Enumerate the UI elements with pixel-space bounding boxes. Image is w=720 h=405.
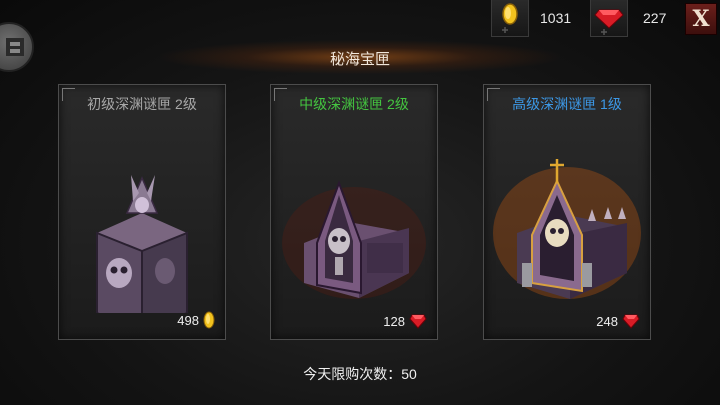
price-tag: 128 bbox=[383, 313, 427, 329]
chest-name: 中级深渊谜匣 2级 bbox=[299, 96, 409, 112]
basic-abyss-chest-image bbox=[96, 175, 188, 313]
price-tag: 498 bbox=[177, 311, 215, 329]
gold-slot bbox=[491, 0, 529, 37]
close-button[interactable]: X bbox=[685, 3, 717, 35]
top-bar: 1031 227 X bbox=[0, 0, 720, 40]
chest-card-basic[interactable]: 初级深渊谜匣 2级 498 bbox=[58, 84, 226, 340]
gold-coin-icon bbox=[502, 3, 518, 33]
chest-price: 128 bbox=[383, 313, 405, 329]
ruby-amount: 227 bbox=[643, 10, 667, 26]
chest-price: 498 bbox=[177, 312, 199, 328]
ruby-gem-icon bbox=[622, 314, 640, 329]
gold-amount: 1031 bbox=[540, 10, 572, 26]
price-tag: 248 bbox=[596, 313, 640, 329]
intermediate-abyss-chest-image bbox=[282, 180, 426, 299]
advanced-abyss-chest-image bbox=[493, 159, 641, 299]
page-title: 秘海宝匣 bbox=[329, 51, 390, 68]
chest-name: 高级深渊谜匣 1级 bbox=[512, 96, 622, 112]
chest-name: 初级深渊谜匣 2级 bbox=[87, 96, 197, 112]
chest-card-advanced[interactable]: 高级深渊谜匣 1级 248 bbox=[483, 84, 651, 340]
gold-coin-icon bbox=[203, 311, 215, 329]
daily-purchase-limit: 今天限购次数：50 bbox=[303, 366, 417, 382]
chest-price: 248 bbox=[596, 313, 618, 329]
chest-card-intermediate[interactable]: 中级深渊谜匣 2级 128 bbox=[270, 84, 438, 340]
ruby-slot bbox=[590, 0, 628, 37]
ruby-gem-icon bbox=[409, 314, 427, 329]
ruby-gem-icon bbox=[594, 9, 624, 35]
